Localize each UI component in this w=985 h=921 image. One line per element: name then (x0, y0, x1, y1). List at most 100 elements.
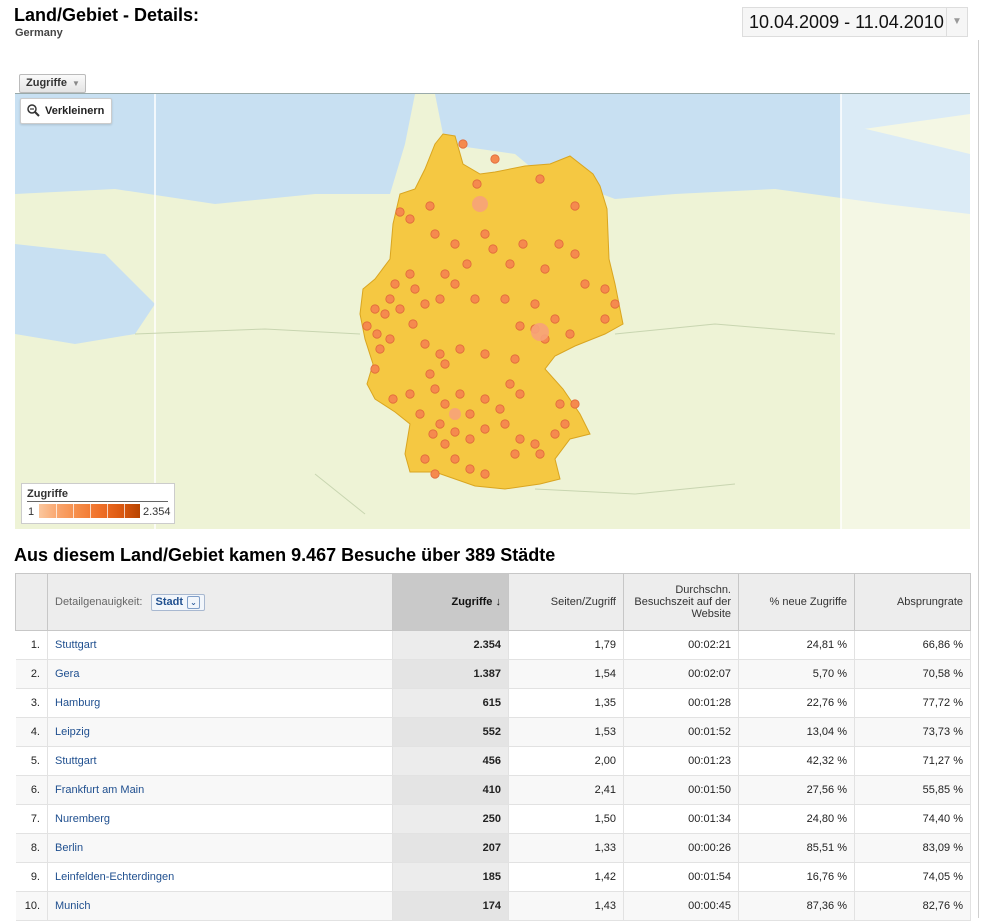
city-marker[interactable] (472, 179, 482, 189)
column-header-pages[interactable]: Seiten/Zugriff (508, 573, 624, 631)
city-marker[interactable] (480, 394, 490, 404)
city-marker[interactable] (420, 339, 430, 349)
city-marker[interactable] (515, 434, 525, 444)
city-marker[interactable] (540, 264, 550, 274)
city-link[interactable]: Stuttgart (55, 639, 97, 651)
city-marker[interactable] (388, 394, 398, 404)
city-marker[interactable] (435, 294, 445, 304)
city-marker[interactable] (555, 399, 565, 409)
city-marker[interactable] (440, 439, 450, 449)
city-marker[interactable] (480, 424, 490, 434)
city-marker[interactable] (535, 174, 545, 184)
column-header-duration[interactable]: Durchschn. Besuchszeit auf der Website (623, 573, 739, 631)
city-marker[interactable] (610, 299, 620, 309)
city-marker[interactable] (380, 309, 390, 319)
city-marker[interactable] (420, 454, 430, 464)
city-marker[interactable] (405, 389, 415, 399)
city-marker[interactable] (465, 409, 475, 419)
date-range-picker[interactable]: 10.04.2009 - 11.04.2010 ▼ (742, 7, 968, 37)
city-link[interactable]: Nuremberg (55, 813, 110, 825)
city-marker[interactable] (488, 244, 498, 254)
city-marker[interactable] (435, 349, 445, 359)
city-marker[interactable] (450, 239, 460, 249)
city-marker[interactable] (510, 354, 520, 364)
city-marker[interactable] (372, 329, 382, 339)
city-marker[interactable] (405, 269, 415, 279)
geo-map[interactable] (15, 93, 970, 529)
city-marker[interactable] (480, 349, 490, 359)
city-marker[interactable] (554, 239, 564, 249)
city-marker[interactable] (415, 409, 425, 419)
city-marker[interactable] (600, 314, 610, 324)
city-link[interactable]: Frankfurt am Main (55, 784, 144, 796)
city-marker[interactable] (500, 294, 510, 304)
city-marker[interactable] (458, 139, 468, 149)
city-marker[interactable] (440, 399, 450, 409)
city-marker[interactable] (385, 294, 395, 304)
city-link[interactable]: Hamburg (55, 697, 100, 709)
city-marker[interactable] (565, 329, 575, 339)
city-marker[interactable] (440, 269, 450, 279)
city-marker[interactable] (462, 259, 472, 269)
city-marker[interactable] (600, 284, 610, 294)
chevron-down-icon[interactable]: ▼ (946, 8, 967, 36)
city-marker[interactable] (425, 201, 435, 211)
city-marker-large[interactable] (472, 196, 488, 212)
city-marker[interactable] (480, 229, 490, 239)
city-marker[interactable] (362, 321, 372, 331)
city-marker[interactable] (505, 379, 515, 389)
city-marker[interactable] (465, 464, 475, 474)
city-marker[interactable] (430, 384, 440, 394)
city-marker[interactable] (435, 419, 445, 429)
city-marker[interactable] (395, 207, 405, 217)
city-marker[interactable] (410, 284, 420, 294)
city-marker[interactable] (570, 249, 580, 259)
city-link[interactable]: Berlin (55, 842, 83, 854)
city-marker[interactable] (518, 239, 528, 249)
city-marker[interactable] (535, 449, 545, 459)
city-marker[interactable] (570, 399, 580, 409)
city-marker[interactable] (530, 299, 540, 309)
city-marker[interactable] (515, 321, 525, 331)
city-marker[interactable] (550, 429, 560, 439)
city-marker[interactable] (515, 389, 525, 399)
dimension-select[interactable]: Stadt ⌄ (150, 593, 206, 611)
city-marker-large[interactable] (449, 408, 461, 420)
city-link[interactable]: Leipzig (55, 726, 90, 738)
metric-tab-visits[interactable]: Zugriffe ▼ (19, 74, 86, 93)
city-marker[interactable] (450, 454, 460, 464)
city-marker[interactable] (500, 419, 510, 429)
city-marker[interactable] (420, 299, 430, 309)
city-marker[interactable] (580, 279, 590, 289)
city-marker[interactable] (490, 154, 500, 164)
city-marker[interactable] (455, 389, 465, 399)
city-marker[interactable] (480, 469, 490, 479)
city-marker[interactable] (455, 344, 465, 354)
city-marker[interactable] (450, 427, 460, 437)
city-marker[interactable] (430, 229, 440, 239)
city-marker[interactable] (550, 314, 560, 324)
city-marker[interactable] (375, 344, 385, 354)
city-marker[interactable] (408, 319, 418, 329)
city-marker[interactable] (495, 404, 505, 414)
city-link[interactable]: Leinfelden-Echterdingen (55, 871, 174, 883)
city-marker[interactable] (390, 279, 400, 289)
city-marker[interactable] (428, 429, 438, 439)
city-marker[interactable] (395, 304, 405, 314)
column-header-visits[interactable]: Zugriffe ↓ (392, 573, 509, 631)
city-marker[interactable] (430, 469, 440, 479)
city-marker[interactable] (505, 259, 515, 269)
city-marker-large[interactable] (531, 323, 549, 341)
city-marker[interactable] (560, 419, 570, 429)
city-marker[interactable] (425, 369, 435, 379)
city-marker[interactable] (465, 434, 475, 444)
city-link[interactable]: Stuttgart (55, 755, 97, 767)
city-marker[interactable] (470, 294, 480, 304)
city-marker[interactable] (370, 364, 380, 374)
city-link[interactable]: Munich (55, 900, 90, 912)
zoom-out-button[interactable]: Verkleinern (20, 98, 113, 124)
city-marker[interactable] (405, 214, 415, 224)
column-header-bounce[interactable]: Absprungrate (854, 573, 971, 631)
city-link[interactable]: Gera (55, 668, 79, 680)
city-marker[interactable] (440, 359, 450, 369)
